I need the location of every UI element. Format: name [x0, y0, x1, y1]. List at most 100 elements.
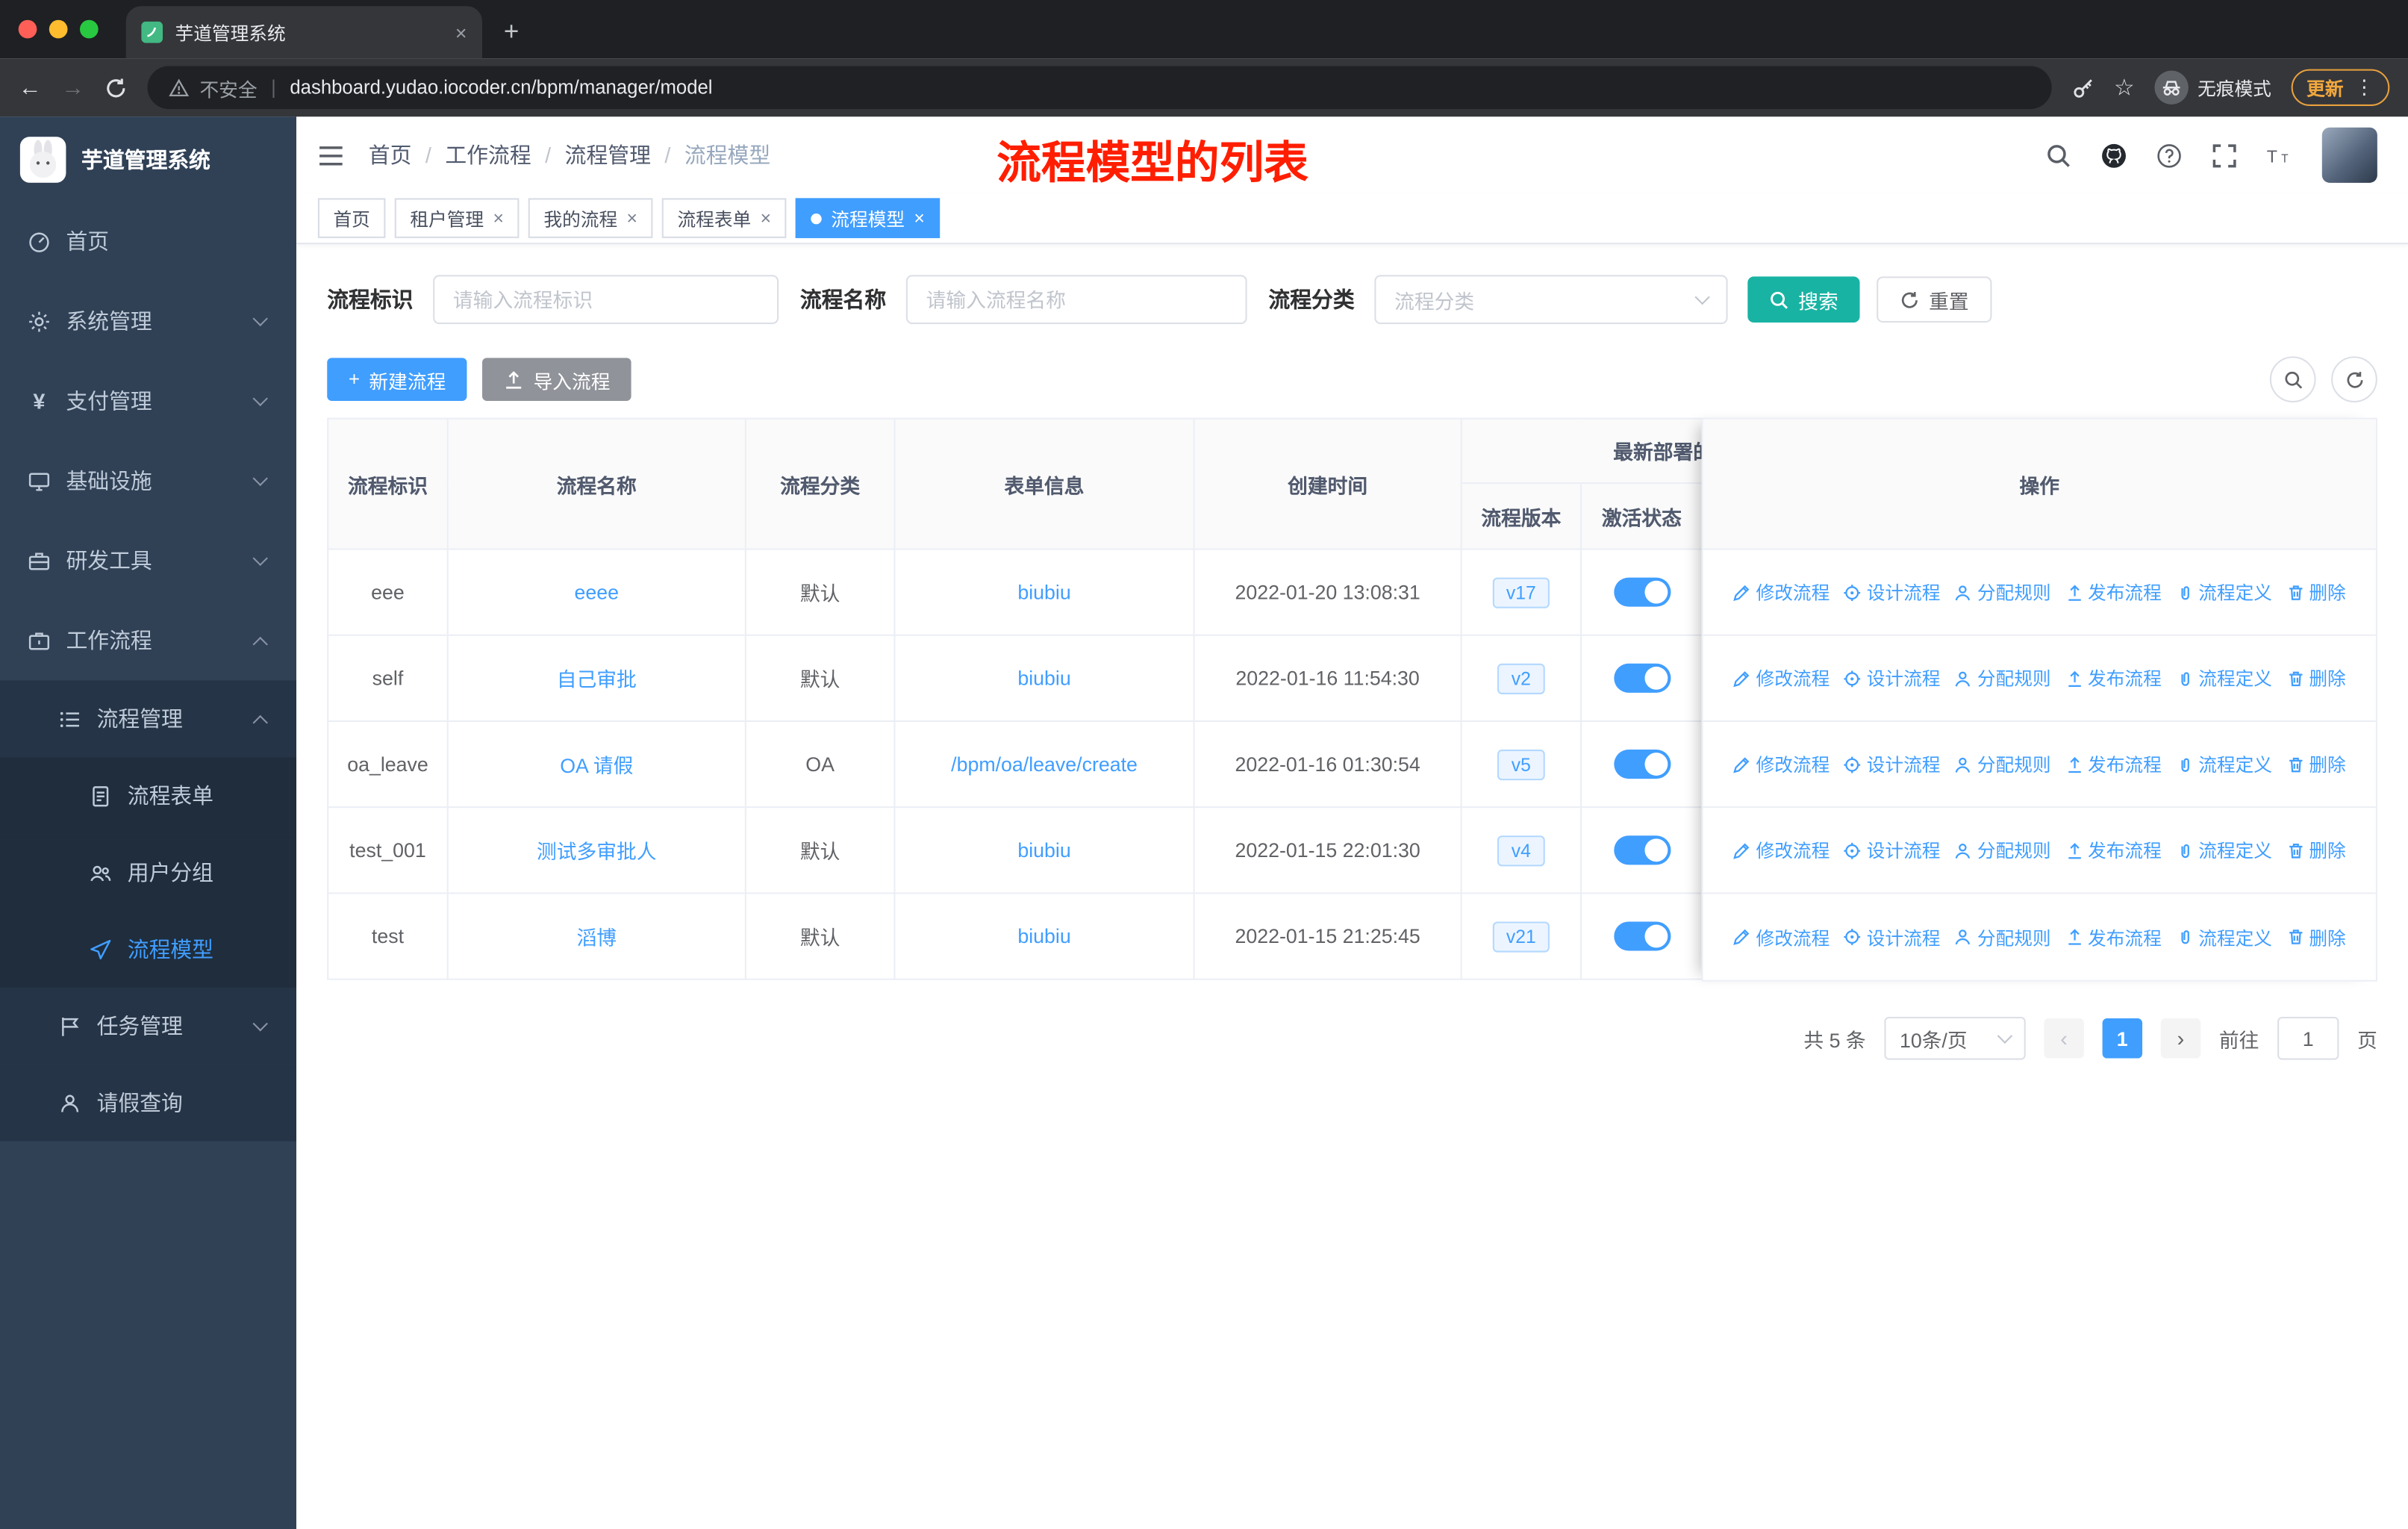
sidebar-item-leave-query[interactable]: 请假查询	[0, 1064, 297, 1142]
address-bar[interactable]: 不安全 | dashboard.yudao.iocoder.cn/bpm/man…	[147, 66, 2051, 110]
assign-rule-link[interactable]: 分配规则	[1954, 924, 2051, 950]
process-definition-link[interactable]: 流程定义	[2175, 665, 2272, 691]
process-definition-link[interactable]: 流程定义	[2175, 837, 2272, 863]
tag-tenant-management[interactable]: 租户管理 ×	[394, 198, 520, 238]
version-badge[interactable]: v2	[1497, 662, 1545, 694]
close-tag-icon[interactable]: ×	[761, 208, 771, 229]
delete-process-link[interactable]: 删除	[2286, 837, 2346, 863]
sidebar-item-payment-management[interactable]: ¥ 支付管理	[0, 361, 296, 440]
tag-process-form[interactable]: 流程表单 ×	[661, 198, 787, 238]
user-avatar[interactable]	[2321, 127, 2377, 183]
design-process-link[interactable]: 设计流程	[1844, 665, 1940, 691]
process-definition-link[interactable]: 流程定义	[2175, 924, 2272, 950]
prev-page-button[interactable]: ‹	[2044, 1018, 2084, 1059]
page-number-1[interactable]: 1	[2102, 1018, 2143, 1059]
edit-process-link[interactable]: 修改流程	[1733, 665, 1830, 691]
help-icon[interactable]	[2156, 142, 2183, 168]
form-info-link[interactable]: /bpm/oa/leave/create	[951, 753, 1138, 776]
form-info-link[interactable]: biubiu	[1017, 925, 1070, 948]
app-logo[interactable]: 芋道管理系统	[0, 116, 296, 201]
search-button[interactable]: 搜索	[1747, 276, 1860, 323]
import-process-button[interactable]: 导入流程	[482, 358, 632, 401]
design-process-link[interactable]: 设计流程	[1844, 837, 1940, 863]
font-size-icon[interactable]: TT	[2267, 142, 2293, 168]
close-tab-icon[interactable]: ×	[455, 21, 467, 44]
close-tag-icon[interactable]: ×	[914, 208, 924, 229]
sidebar-item-system-management[interactable]: 系统管理	[0, 281, 296, 361]
sidebar-item-user-group[interactable]: 用户分组	[0, 834, 297, 912]
form-info-link[interactable]: biubiu	[1017, 667, 1070, 690]
tag-process-model[interactable]: 流程模型 ×	[795, 198, 941, 238]
key-icon[interactable]	[2071, 76, 2094, 99]
edit-process-link[interactable]: 修改流程	[1733, 924, 1830, 950]
version-badge[interactable]: v4	[1497, 835, 1545, 866]
sidebar-item-process-model[interactable]: 流程模型	[0, 911, 297, 988]
sidebar-item-task-management[interactable]: 任务管理	[0, 987, 297, 1065]
sidebar-item-dev-tools[interactable]: 研发工具	[0, 520, 296, 600]
page-size-select[interactable]: 10条/页	[1884, 1016, 2026, 1060]
close-window-button[interactable]	[18, 19, 37, 39]
github-icon[interactable]	[2101, 142, 2127, 168]
design-process-link[interactable]: 设计流程	[1844, 751, 1940, 777]
process-name-link[interactable]: OA 请假	[560, 754, 633, 777]
active-toggle[interactable]	[1613, 921, 1671, 951]
close-tag-icon[interactable]: ×	[493, 208, 503, 229]
assign-rule-link[interactable]: 分配规则	[1954, 837, 2051, 863]
collapse-sidebar-button[interactable]	[318, 142, 344, 168]
bookmark-star-icon[interactable]: ☆	[2114, 74, 2135, 102]
publish-process-link[interactable]: 发布流程	[2065, 579, 2162, 605]
tag-home[interactable]: 首页	[317, 198, 386, 238]
browser-menu-icon[interactable]: ⋮	[2354, 75, 2374, 100]
delete-process-link[interactable]: 删除	[2286, 924, 2346, 950]
delete-process-link[interactable]: 删除	[2286, 579, 2346, 605]
publish-process-link[interactable]: 发布流程	[2065, 751, 2162, 777]
security-label[interactable]: 不安全	[199, 73, 257, 102]
create-process-button[interactable]: + 新建流程	[327, 358, 468, 401]
design-process-link[interactable]: 设计流程	[1844, 924, 1940, 950]
assign-rule-link[interactable]: 分配规则	[1954, 751, 2051, 777]
close-tag-icon[interactable]: ×	[627, 208, 637, 229]
breadcrumb-home[interactable]: 首页	[369, 140, 412, 170]
fullscreen-icon[interactable]	[2212, 142, 2238, 168]
reload-button[interactable]	[105, 76, 128, 99]
active-toggle[interactable]	[1613, 577, 1671, 607]
sidebar-item-workflow[interactable]: 工作流程	[0, 600, 296, 680]
form-info-link[interactable]: biubiu	[1017, 838, 1070, 862]
active-toggle[interactable]	[1613, 750, 1671, 779]
delete-process-link[interactable]: 删除	[2286, 751, 2346, 777]
goto-page-input[interactable]	[2277, 1016, 2339, 1060]
back-button[interactable]: ←	[19, 75, 42, 101]
tag-my-process[interactable]: 我的流程 ×	[528, 198, 653, 238]
zoom-window-button[interactable]	[79, 19, 99, 39]
delete-process-link[interactable]: 删除	[2286, 665, 2346, 691]
forward-button[interactable]: →	[61, 75, 84, 101]
process-category-select[interactable]: 流程分类	[1374, 275, 1728, 325]
browser-tab[interactable]: 芋道管理系统 ×	[125, 6, 483, 59]
form-info-link[interactable]: biubiu	[1017, 581, 1070, 604]
minimize-window-button[interactable]	[49, 19, 68, 39]
process-name-input[interactable]	[905, 275, 1247, 325]
process-name-link[interactable]: 自己审批	[557, 668, 637, 691]
process-name-link[interactable]: 测试多审批人	[537, 840, 657, 863]
active-toggle[interactable]	[1613, 663, 1671, 693]
edit-process-link[interactable]: 修改流程	[1733, 837, 1830, 863]
process-name-link[interactable]: eeee	[575, 581, 620, 604]
sidebar-item-home[interactable]: 首页	[0, 202, 296, 281]
edit-process-link[interactable]: 修改流程	[1733, 579, 1830, 605]
process-key-input[interactable]	[433, 275, 779, 325]
new-tab-button[interactable]: +	[504, 17, 519, 48]
sidebar-item-process-management[interactable]: 流程管理	[0, 680, 297, 758]
process-name-link[interactable]: 滔博	[577, 927, 617, 950]
sidebar-item-infrastructure[interactable]: 基础设施	[0, 440, 296, 520]
assign-rule-link[interactable]: 分配规则	[1954, 579, 2051, 605]
version-badge[interactable]: v5	[1497, 748, 1545, 780]
active-toggle[interactable]	[1613, 835, 1671, 865]
publish-process-link[interactable]: 发布流程	[2065, 837, 2162, 863]
version-badge[interactable]: v17	[1492, 576, 1550, 608]
process-definition-link[interactable]: 流程定义	[2175, 579, 2272, 605]
publish-process-link[interactable]: 发布流程	[2065, 924, 2162, 950]
chrome-update-button[interactable]: 更新 ⋮	[2291, 69, 2390, 106]
reset-button[interactable]: 重置	[1877, 276, 1992, 323]
process-definition-link[interactable]: 流程定义	[2175, 751, 2272, 777]
publish-process-link[interactable]: 发布流程	[2065, 665, 2162, 691]
